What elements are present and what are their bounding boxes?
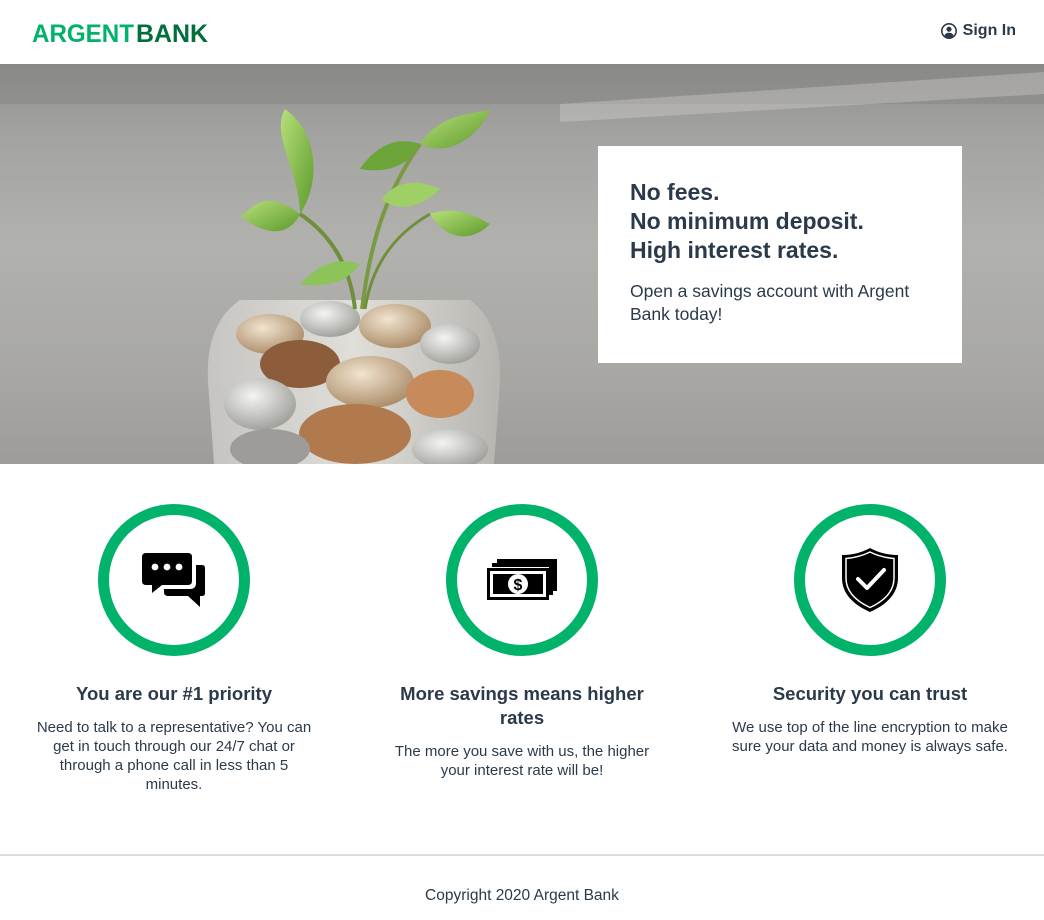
argent-bank-logo[interactable]: ARGENT BANK — [32, 19, 210, 45]
shield-check-icon — [842, 548, 898, 612]
features-section: You are our #1 priority Need to talk to … — [0, 504, 1044, 814]
svg-text:$: $ — [514, 577, 523, 594]
user-circle-icon — [940, 23, 957, 39]
hero-headline: No fees. No minimum deposit. High intere… — [630, 178, 930, 265]
hero-content-card: No fees. No minimum deposit. High intere… — [598, 146, 962, 363]
feature-icon-circle — [794, 504, 946, 656]
sign-in-label: Sign In — [962, 22, 1016, 39]
hero-banner: No fees. No minimum deposit. High intere… — [0, 64, 1044, 464]
feature-item-security: Security you can trust We use top of the… — [720, 504, 1020, 756]
money-stack-icon: $ — [487, 559, 557, 600]
logo-wordmark: ARGENT BANK — [32, 20, 208, 45]
feature-icon-circle: $ — [446, 504, 598, 656]
feature-title: You are our #1 priority — [75, 683, 272, 704]
feature-text: Need to talk to a representative? You ca… — [36, 719, 312, 793]
copyright-text: Copyright 2020 Argent Bank — [425, 887, 619, 904]
feature-item-savings: $ More savings means higher rates The mo… — [372, 504, 672, 780]
feature-text: We use top of the line encryption to mak… — [732, 719, 1008, 755]
logo-text-bank: BANK — [136, 20, 208, 45]
logo-text-argent: ARGENT — [32, 20, 134, 45]
feature-item-chat: You are our #1 priority Need to talk to … — [24, 504, 324, 794]
sign-in-link[interactable]: Sign In — [940, 18, 1016, 44]
hero-headline-line: No minimum deposit. — [630, 208, 864, 234]
feature-icon-circle — [98, 504, 250, 656]
feature-text: The more you save with us, the higher yo… — [394, 743, 650, 779]
chat-bubbles-icon — [142, 553, 205, 607]
hero-headline-line: No fees. — [630, 179, 720, 205]
hero-headline-line: High interest rates. — [630, 237, 839, 263]
hero-subtext: Open a savings account with Argent Bank … — [630, 281, 910, 324]
feature-title: Security you can trust — [772, 683, 968, 704]
feature-title: More savings means higher rates — [400, 683, 644, 728]
page-footer: Copyright 2020 Argent Bank — [0, 854, 1044, 920]
main-nav: ARGENT BANK Sign In — [0, 0, 1044, 64]
